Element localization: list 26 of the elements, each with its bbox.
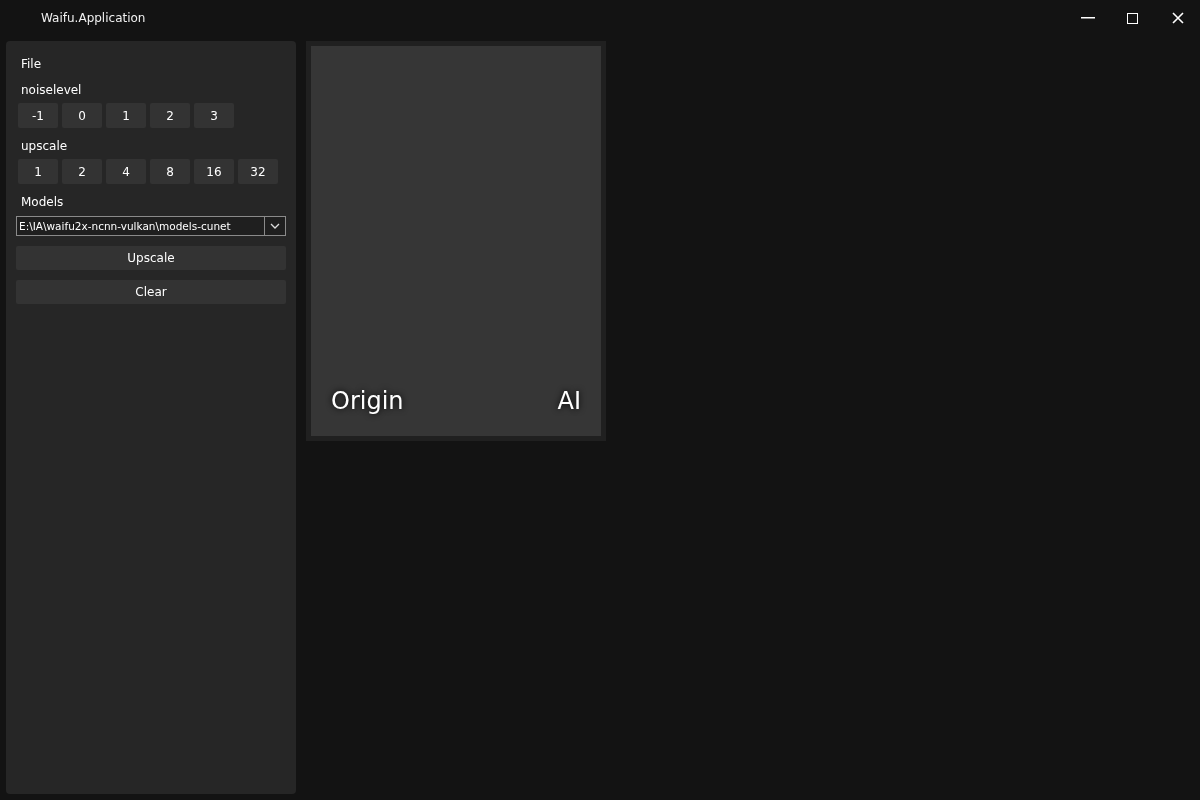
dropdown-value: E:\IA\waifu2x-ncnn-vulkan\models-cunet <box>18 219 232 234</box>
noiselevel-option-button[interactable]: 0 <box>62 103 102 128</box>
window-title: Waifu.Application <box>41 10 146 27</box>
noiselevel-option-button[interactable]: 2 <box>150 103 190 128</box>
upscale-option-button[interactable]: 1 <box>18 159 58 184</box>
chevron-down-icon <box>270 223 280 229</box>
clear-button[interactable]: Clear <box>16 280 286 304</box>
noiselevel-option-button[interactable]: 1 <box>106 103 146 128</box>
minimize-icon <box>1080 17 1095 19</box>
upscale-option-button[interactable]: 16 <box>194 159 234 184</box>
upscale-option-button[interactable]: 2 <box>62 159 102 184</box>
ai-label: AI <box>557 386 581 416</box>
file-label: File <box>21 56 43 73</box>
upscale-label: upscale <box>21 138 69 155</box>
models-dropdown[interactable]: E:\IA\waifu2x-ncnn-vulkan\models-cunet <box>16 216 286 236</box>
upscale-option-button[interactable]: 8 <box>150 159 190 184</box>
upscale-option-button[interactable]: 32 <box>238 159 278 184</box>
close-icon <box>1171 12 1184 24</box>
noiselevel-label: noiselevel <box>21 82 83 99</box>
models-label: Models <box>21 194 65 211</box>
maximize-icon <box>1127 12 1138 24</box>
upscale-option-button[interactable]: 4 <box>106 159 146 184</box>
noiselevel-option-button[interactable]: -1 <box>18 103 58 128</box>
origin-label: Origin <box>331 386 404 416</box>
upscale-button[interactable]: Upscale <box>16 246 286 270</box>
noiselevel-option-button[interactable]: 3 <box>194 103 234 128</box>
